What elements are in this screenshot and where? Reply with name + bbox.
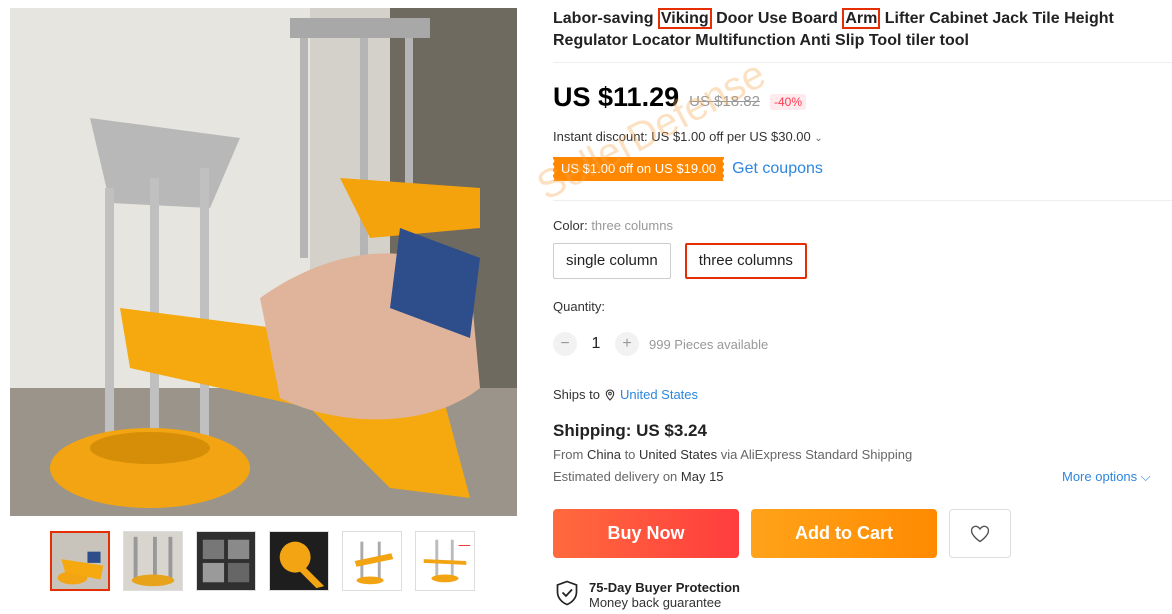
route-destination: United States [639,447,718,462]
thumbnail-6[interactable] [415,531,475,591]
more-options-link[interactable]: More options ⌵ [1062,469,1172,485]
title-part: Door Use Board [711,10,843,27]
divider [553,200,1172,201]
chevron-down-icon: ⌄ [814,133,823,144]
available-count: 999 Pieces available [649,336,769,352]
route-to-prefix: to [624,447,636,462]
protection-subtitle: Money back guarantee [589,595,722,610]
coupon-row: US $1.00 off on US $19.00 Get coupons [551,157,823,181]
heart-icon [970,525,990,542]
chevron-down-icon: ⌵ [1140,469,1151,484]
thumbnail-2[interactable] [123,531,183,591]
color-label: Color: three columns [553,218,673,233]
estimated-delivery: Estimated delivery on May 15 [553,469,724,484]
current-price: US $11.29 [553,82,680,112]
quantity-stepper: − 1 + 999 Pieces available [553,332,768,356]
shield-check-icon [556,580,578,606]
quantity-label: Quantity: [553,299,606,314]
shipping-cost: Shipping: US $3.24 [553,421,707,440]
buyer-protection: 75-Day Buyer Protection Money back guara… [555,580,740,610]
divider [553,62,1172,63]
thumbnail-3[interactable] [196,531,256,591]
wishlist-button[interactable] [949,509,1011,558]
option-three-columns[interactable]: three columns [684,243,807,279]
color-selected-value: three columns [591,218,673,233]
thumbnail-4[interactable] [269,531,329,591]
route-from-prefix: From [553,447,584,462]
title-part: Labor-saving [553,10,658,27]
original-price: US $18.82 [689,93,760,110]
title-highlight-arm: Arm [842,8,881,29]
location-pin-icon [604,388,616,401]
ships-to: Ships to United States [553,387,698,402]
title-highlight-viking: Viking [657,8,712,29]
main-product-image[interactable] [10,8,517,516]
shipping-route: From China to United States via AliExpre… [553,447,912,462]
instant-discount[interactable]: Instant discount: US $1.00 off per US $3… [553,129,823,144]
eta-date: May 15 [680,469,724,484]
add-to-cart-button[interactable]: Add to Cart [751,509,937,558]
thumbnail-1[interactable] [50,531,110,591]
buy-now-button[interactable]: Buy Now [553,509,739,558]
ships-to-label: Ships to [553,387,600,402]
instant-discount-text: Instant discount: US $1.00 off per US $3… [553,129,811,144]
quantity-decrease-button[interactable]: − [553,332,577,356]
price-block: US $11.29 US $18.82 -40% [553,82,807,113]
option-single-column[interactable]: single column [553,243,671,279]
quantity-value[interactable]: 1 [587,335,605,353]
product-title: Labor-saving Viking Door Use Board Arm L… [553,0,1172,52]
route-origin: China [586,447,621,462]
eta-prefix: Estimated delivery on [553,469,678,484]
route-carrier: via AliExpress Standard Shipping [720,447,913,462]
more-options-label: More options [1062,469,1138,484]
get-coupons-link[interactable]: Get coupons [732,160,823,178]
color-label-text: Color: [553,218,588,233]
thumbnail-5[interactable] [342,531,402,591]
discount-badge: -40% [770,94,807,110]
color-options: single column three columns [553,243,807,279]
thumbnail-strip [50,531,475,591]
protection-title: 75-Day Buyer Protection [589,580,740,595]
quantity-increase-button[interactable]: + [615,332,639,356]
ships-to-location[interactable]: United States [620,387,698,402]
coupon-tag[interactable]: US $1.00 off on US $19.00 [551,157,725,181]
